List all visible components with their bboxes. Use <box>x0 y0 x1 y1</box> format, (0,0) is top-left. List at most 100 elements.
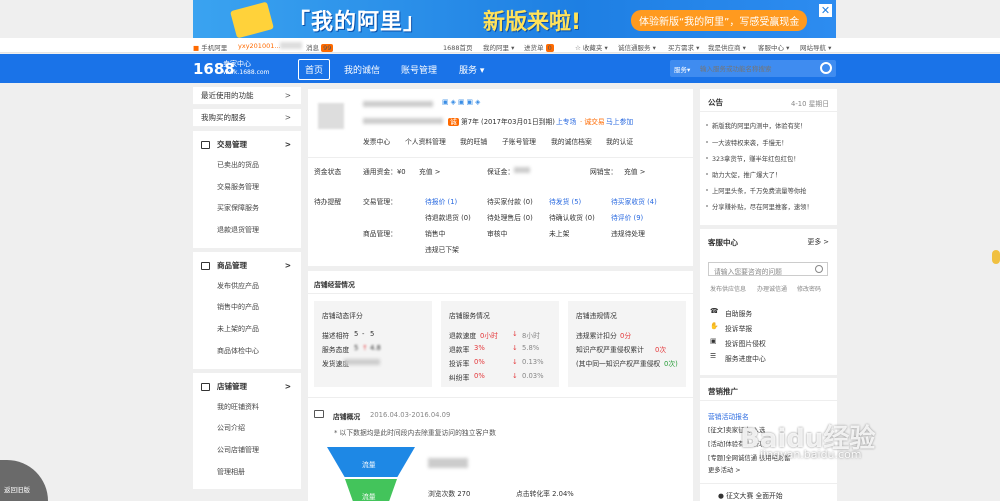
company-name-blurred <box>363 100 433 108</box>
announcement-item[interactable]: 323拿货节，赚半年红包红包！ <box>706 154 800 163</box>
search-icon[interactable] <box>815 265 823 273</box>
self-service-icon: ☎ <box>710 307 719 315</box>
service-item[interactable]: 自助服务 <box>725 308 752 318</box>
nav-account[interactable]: 账号管理 <box>401 63 437 76</box>
top-link-service[interactable]: 诚信通服务 ▾ <box>618 42 656 52</box>
violation-value: 0次 <box>655 346 667 354</box>
search-scope-select[interactable]: 服务▾ <box>674 64 690 74</box>
todo-item[interactable]: 未上架 <box>549 228 569 238</box>
sidebar-item[interactable]: 买家保障服务 <box>193 198 301 220</box>
logo[interactable]: 1688 卖家中心 work.1688.com <box>193 60 269 78</box>
username[interactable]: yxy201001... <box>238 42 281 50</box>
sidebar-group-title[interactable]: 店铺管理 > <box>193 377 301 397</box>
announcement-item[interactable]: 上阿里头条，千万免费流量等你抢 <box>705 186 806 195</box>
announcement-title: 公告 <box>708 98 723 107</box>
sidebar-item[interactable]: 管理相册 <box>193 462 301 484</box>
close-icon[interactable]: ✕ <box>819 4 832 17</box>
profile-link-cert[interactable]: 我的认证 <box>606 136 633 146</box>
sidebar-item[interactable]: 交易服务管理 <box>193 177 301 199</box>
sidebar-item[interactable]: 公司介绍 <box>193 418 301 440</box>
service-search-input[interactable]: 请输入您要咨询的问题 <box>708 262 828 276</box>
todo-item[interactable]: 违规待处理 <box>611 228 645 238</box>
contest-link[interactable]: ● 征文大赛 全面开始 <box>718 490 783 500</box>
card-title: 店铺动态评分 <box>322 312 363 320</box>
mobile-link[interactable]: ■ 手机阿里 <box>193 42 227 52</box>
sidebar-item[interactable]: 销售中的产品 <box>193 297 301 319</box>
top-link-cart[interactable]: 进货单 0 <box>524 42 554 52</box>
profile-link-shop[interactable]: 我的旺铺 <box>460 136 487 146</box>
trade-link[interactable]: · 诚交易 <box>580 116 605 126</box>
service-tag[interactable]: 发布供应信息 <box>710 284 746 293</box>
todo-item[interactable]: 待评价 (9) <box>611 212 643 222</box>
recharge-link-2[interactable]: 充值 > <box>624 166 645 176</box>
marketing-more[interactable]: 更多活动 > <box>708 465 740 474</box>
service-value: 3% <box>474 344 485 352</box>
deposit-blurred <box>514 166 530 174</box>
sidebar-item[interactable]: 退款退货管理 <box>193 220 301 242</box>
top-link-sitemap[interactable]: 网站导航 ▾ <box>800 42 831 52</box>
nav-credit[interactable]: 我的诚信 <box>344 63 380 76</box>
todo-item[interactable]: 待处理售后 (0) <box>487 212 533 222</box>
profile-link-personal[interactable]: 个人资料管理 <box>405 136 446 146</box>
banner-cta[interactable]: 体验新版“我的阿里”，写感受赢现金 <box>631 10 808 31</box>
profile-link-credit[interactable]: 我的诚信档案 <box>551 136 592 146</box>
sidebar-item[interactable]: 公司店铺管理 <box>193 440 301 462</box>
sidebar-item[interactable]: 未上架的产品 <box>193 319 301 341</box>
old-version-button[interactable]: 返回旧版 <box>0 460 48 501</box>
service-item[interactable]: 投诉举报 <box>725 323 752 333</box>
join-link[interactable]: 马上参加 <box>606 116 633 126</box>
search-input[interactable] <box>700 62 810 75</box>
deposit-label: 保证金： <box>487 168 515 176</box>
top-link-supplier[interactable]: 我是供应商 ▾ <box>708 42 746 52</box>
top-link-support[interactable]: 客服中心 ▾ <box>758 42 789 52</box>
announcement-item[interactable]: 分享赚补贴，尽在阿里推客，速领！ <box>706 202 813 211</box>
profile-link-subaccount[interactable]: 子账号管理 <box>502 136 536 146</box>
report-icon: ✋ <box>710 322 719 330</box>
card-title: 店铺违规情况 <box>576 312 617 320</box>
sidebar-item[interactable]: 发布供应产品 <box>193 276 301 298</box>
service-tag[interactable]: 修改密码 <box>797 284 821 293</box>
service-item[interactable]: 投诉图片侵权 <box>725 338 766 348</box>
nav-service[interactable]: 服务 ▾ <box>459 63 484 76</box>
todo-item[interactable]: 违规已下架 <box>425 244 459 254</box>
todo-item[interactable]: 待买家付款 (0) <box>487 196 533 206</box>
service-tag[interactable]: 办理诚信通 <box>757 284 787 293</box>
sidebar-purchased[interactable]: 我购买的服务 > <box>193 109 301 127</box>
announcement-date: 4-10 星期日 <box>791 100 829 108</box>
sidebar-recent[interactable]: 最近使用的功能 > <box>193 87 301 105</box>
announcement-item[interactable]: 助力大促，推广爆大了！ <box>705 170 781 179</box>
sidebar-group-title[interactable]: 商品管理 > <box>193 256 301 276</box>
main-nav: 1688 卖家中心 work.1688.com 首页 我的诚信 账号管理 服务 … <box>0 54 1000 83</box>
top-link-demand[interactable]: 买方需求 ▾ <box>668 42 699 52</box>
top-link-favorites[interactable]: ☆ 收藏夹 ▾ <box>575 42 608 52</box>
todo-item[interactable]: 审核中 <box>487 228 507 238</box>
todo-item[interactable]: 待报价 (1) <box>425 196 457 206</box>
floating-helper-icon[interactable] <box>992 250 1000 264</box>
profile-link-invoice[interactable]: 发票中心 <box>363 136 390 146</box>
top-link-home[interactable]: 1688首页 <box>443 42 473 52</box>
violation-value: 0次) <box>664 360 678 368</box>
nav-home[interactable]: 首页 <box>298 59 331 80</box>
service-value: 0% <box>474 358 485 366</box>
announcement-item[interactable]: 一大波特权来袭，手慢无！ <box>706 138 788 147</box>
promo-banner[interactable]: 「我的阿里」 新版来啦! 体验新版“我的阿里”，写感受赢现金 ✕ <box>193 0 836 38</box>
click-rate: 点击转化率 2.04% <box>516 490 574 498</box>
announcement-item[interactable]: 新版我的阿里内测中，体验有奖！ <box>705 121 806 130</box>
sidebar-item[interactable]: 已卖出的货品 <box>193 155 301 177</box>
recharge-link[interactable]: 充值 > <box>419 166 440 176</box>
sidebar-item[interactable]: 我的旺铺资料 <box>193 397 301 419</box>
sidebar-group-title[interactable]: 交易管理 > <box>193 135 301 155</box>
todo-item[interactable]: 销售中 <box>425 228 445 238</box>
top-link-myali[interactable]: 我的阿里 ▾ <box>483 42 514 52</box>
shop-title: 店铺经营情况 <box>314 281 355 289</box>
sidebar-item[interactable]: 商品体检中心 <box>193 341 301 363</box>
messages-link[interactable]: 消息 99 <box>306 42 334 52</box>
search-icon[interactable] <box>820 62 832 74</box>
todo-item[interactable]: 待发货 (5) <box>549 196 581 206</box>
service-more-link[interactable]: 更多 > <box>808 236 829 246</box>
service-item[interactable]: 服务进度中心 <box>725 353 766 363</box>
upgrade-link[interactable]: 上专场 <box>556 116 576 126</box>
todo-item[interactable]: 待确认收货 (0) <box>549 212 595 222</box>
todo-item[interactable]: 待退款退货 (0) <box>425 212 471 222</box>
todo-item[interactable]: 待买家收货 (4) <box>611 196 657 206</box>
